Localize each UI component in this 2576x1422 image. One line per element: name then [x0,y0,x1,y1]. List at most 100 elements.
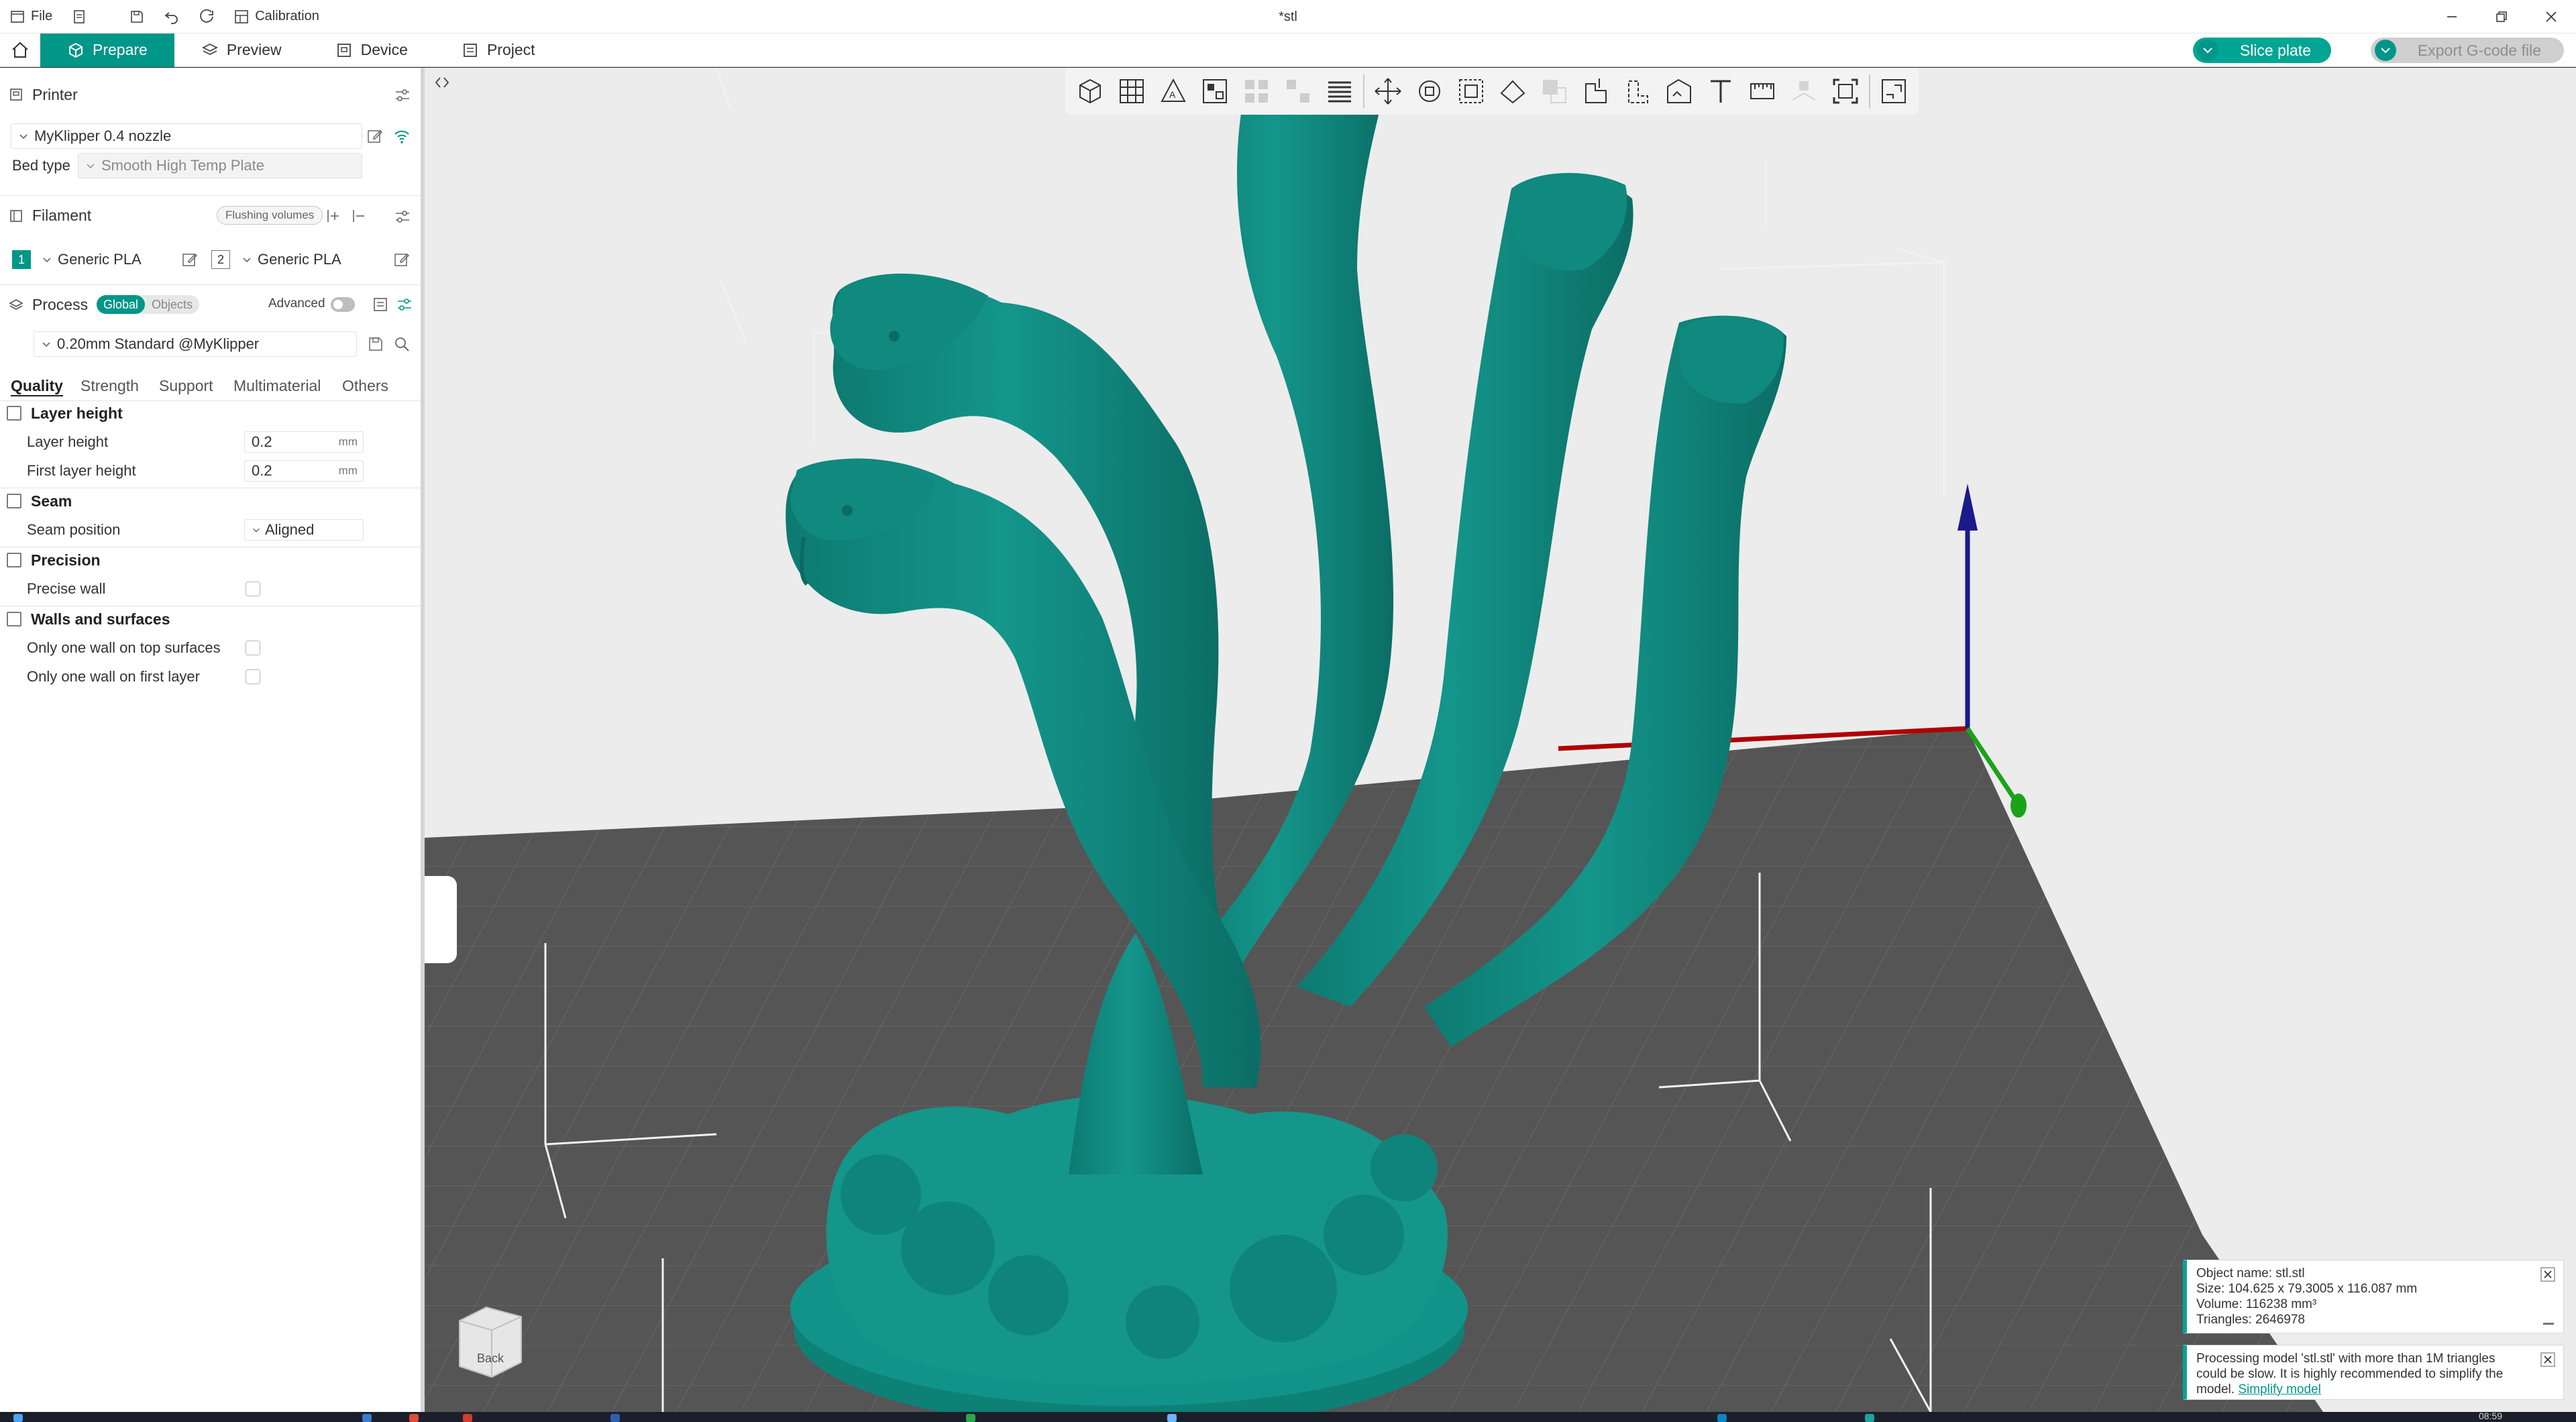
filament-slot-1-badge: 1 [12,250,31,269]
text-icon [1711,80,1731,103]
layer-height-label: Layer height [27,433,109,450]
taskbar-app-icon[interactable] [966,1414,975,1422]
settings-sliders-icon[interactable] [394,87,411,104]
scene-canvas[interactable] [425,68,2576,1412]
text-tool[interactable] [1700,70,1741,112]
file-menu[interactable]: File [0,0,62,34]
add-plate-tool[interactable] [1111,70,1152,112]
assemble-view-tool[interactable] [1873,70,1915,112]
tab-quality[interactable]: Quality [11,371,63,400]
view-cube[interactable]: Back [453,1301,529,1381]
3d-viewport[interactable]: A Back Object name: stl.stl Size: 104.62… [425,68,2576,1412]
add-filament-icon[interactable] [325,207,342,225]
tab-others[interactable]: Others [342,371,388,400]
close-window-button[interactable] [2526,0,2576,34]
boolean-tool[interactable] [1534,70,1575,112]
close-icon[interactable] [2540,1267,2555,1282]
calibration-menu[interactable]: Calibration [224,0,329,34]
export-gcode-button[interactable]: Export G-code file [2370,38,2564,63]
flushing-volumes-button[interactable]: Flushing volumes [217,206,323,225]
taskbar-app-icon[interactable] [1167,1414,1177,1422]
edit-filament-2-icon[interactable] [393,251,411,268]
auto-orient-tool[interactable]: A [1152,70,1194,112]
edit-filament-1-icon[interactable] [181,251,199,268]
taskbar-app-icon[interactable] [463,1414,472,1422]
scale-tool[interactable] [1450,70,1492,112]
save-preset-icon[interactable] [367,335,384,353]
wifi-icon[interactable] [393,127,411,145]
close-icon[interactable] [2540,1352,2555,1367]
restore-button[interactable] [2477,0,2526,34]
measure-tool[interactable] [1741,70,1783,112]
move-tool[interactable] [1367,70,1409,112]
export-options-toggle[interactable] [2374,40,2396,61]
remove-filament-icon[interactable] [350,207,368,225]
fit-view-tool[interactable] [1825,70,1866,112]
seam-position-select[interactable]: Aligned [244,519,364,541]
taskbar-app-icon[interactable] [610,1414,620,1422]
start-icon[interactable] [13,1414,23,1422]
seam-position-label: Seam position [27,521,121,538]
bed-type-select[interactable]: Smooth High Temp Plate [78,153,362,178]
advanced-toggle[interactable] [331,297,355,312]
slice-options-toggle[interactable] [2196,40,2218,61]
save-button[interactable] [119,0,154,34]
tab-preview[interactable]: Preview [174,34,309,67]
split-objects-tool[interactable] [1236,70,1277,112]
process-settings-icon[interactable] [396,296,413,313]
redo-icon [200,9,214,23]
settings-sliders-icon[interactable] [394,208,411,225]
tab-strength[interactable]: Strength [80,371,139,400]
notes-button[interactable] [62,0,97,34]
split-parts-tool[interactable] [1277,70,1319,112]
scope-global[interactable]: Global [97,295,146,314]
add-object-tool[interactable] [1069,70,1111,112]
compare-icon[interactable] [372,296,389,313]
filament-slot-1-select[interactable]: Generic PLA [35,247,178,272]
chevron-down-icon [43,258,51,263]
tab-multimaterial[interactable]: Multimaterial [233,371,321,400]
arrange-tool[interactable] [1194,70,1236,112]
process-profile-select[interactable]: 0.20mm Standard @MyKlipper [34,331,357,357]
process-scope-switch[interactable]: Global Objects [97,295,200,314]
first-layer-height-input[interactable]: 0.2 mm [244,460,364,482]
one-wall-first-checkbox[interactable] [246,669,260,684]
taskbar-app-icon[interactable] [362,1414,372,1422]
layers-tool[interactable] [1319,70,1360,112]
tab-device[interactable]: Device [309,34,435,67]
undo-button[interactable] [154,0,189,34]
layer-height-input[interactable]: 0.2 mm [244,431,364,453]
side-panel-tab[interactable] [425,876,457,963]
window-controls [2427,0,2576,34]
bed-type-label: Bed type [12,157,70,174]
cut-tool[interactable] [1575,70,1617,112]
taskbar-app-icon[interactable] [1865,1414,1874,1422]
precise-wall-checkbox[interactable] [246,582,260,596]
lay-on-face-tool[interactable] [1492,70,1534,112]
one-wall-first-label: Only one wall on first layer [27,668,200,685]
save-icon [131,10,144,23]
rotate-tool[interactable] [1409,70,1450,112]
seam-paint-tool[interactable] [1658,70,1700,112]
tab-support[interactable]: Support [159,371,213,400]
support-paint-tool[interactable] [1617,70,1658,112]
edit-printer-icon[interactable] [366,127,384,145]
collapse-sidebar-button[interactable] [430,70,454,95]
taskbar-app-icon[interactable] [1717,1414,1727,1422]
minimize-panel-button[interactable] [2543,1323,2554,1325]
minimize-button[interactable] [2427,0,2477,34]
slice-plate-button[interactable]: Slice plate [2192,38,2331,63]
taskbar-app-icon[interactable] [409,1414,419,1422]
tab-prepare[interactable]: Prepare [40,33,174,67]
home-button[interactable] [0,34,40,67]
scope-objects[interactable]: Objects [145,295,199,314]
search-icon[interactable] [393,335,411,353]
simplify-model-link[interactable]: Simplify model [2238,1382,2321,1397]
filament-slot-2-select[interactable]: Generic PLA [235,247,390,272]
redo-button[interactable] [189,0,224,34]
printer-select[interactable]: MyKlipper 0.4 nozzle [11,123,362,149]
one-wall-top-checkbox[interactable] [246,641,260,655]
cube-icon [69,42,83,58]
assembly-tool[interactable] [1783,70,1825,112]
tab-project[interactable]: Project [435,34,562,67]
